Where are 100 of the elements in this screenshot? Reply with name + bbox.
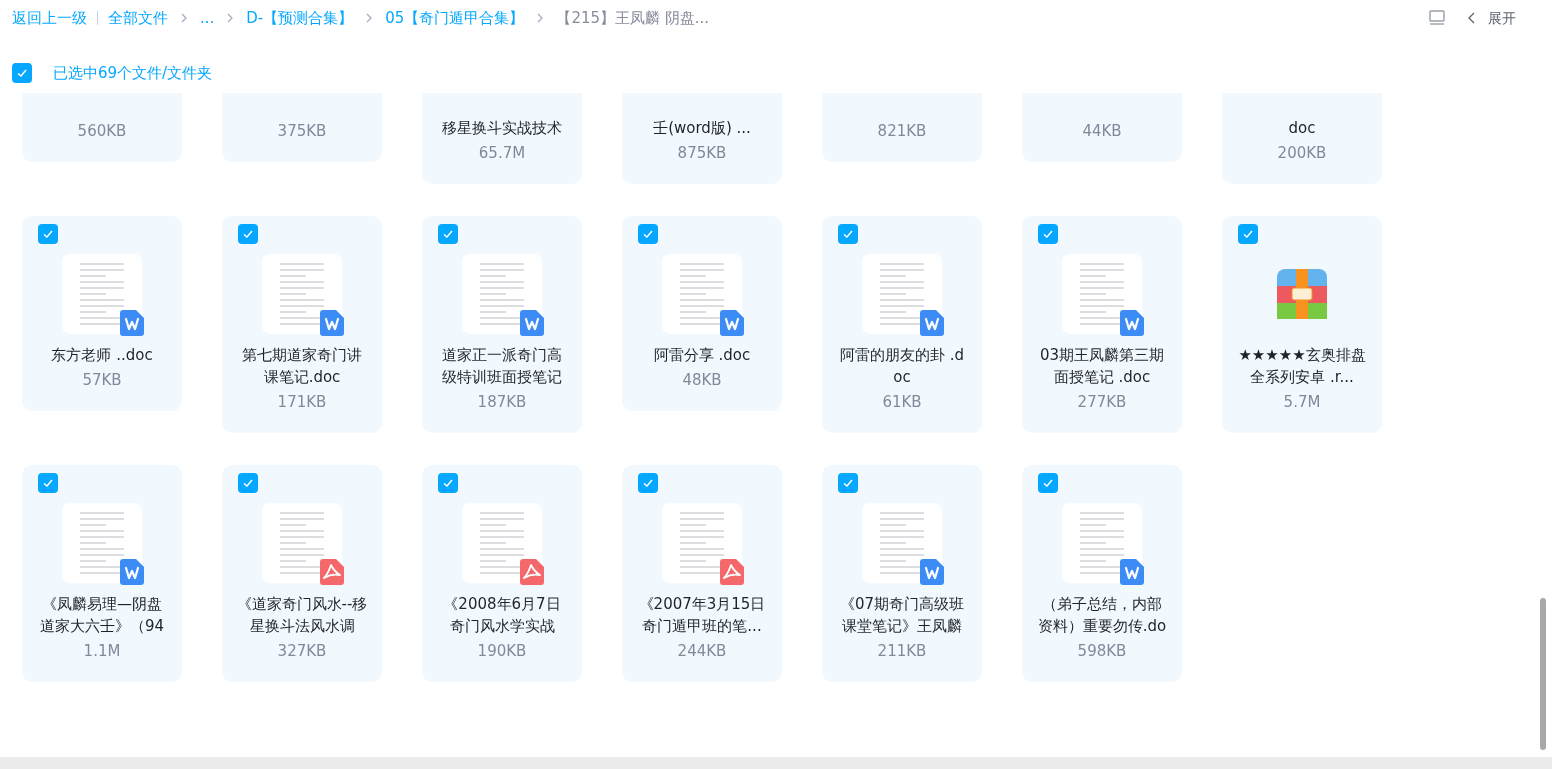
- check-icon: [42, 477, 54, 489]
- expand-button[interactable]: 展开: [1468, 7, 1516, 29]
- file-card[interactable]: 移星换斗实战技术 65.7M: [422, 93, 582, 184]
- word-document-icon: [1120, 559, 1144, 585]
- check-icon: [242, 477, 254, 489]
- check-icon: [442, 477, 454, 489]
- chevron-left-icon: [1468, 12, 1476, 24]
- file-card[interactable]: 壬(word版) ... 875KB: [622, 93, 782, 184]
- file-card[interactable]: 阿雷分享 .doc 48KB: [622, 216, 782, 411]
- file-name: 第七期道家奇门讲课笔记.doc: [241, 345, 363, 388]
- file-size: 65.7M: [478, 143, 526, 164]
- file-card[interactable]: 东方老师 ..doc 57KB: [22, 216, 182, 411]
- file-size: 200KB: [1277, 143, 1327, 164]
- archive-icon: [1277, 269, 1327, 319]
- file-size: 327KB: [277, 641, 327, 662]
- file-size: 598KB: [1077, 641, 1127, 662]
- file-checkbox[interactable]: [638, 473, 658, 493]
- check-icon: [1242, 228, 1254, 240]
- file-checkbox[interactable]: [1038, 224, 1058, 244]
- pdf-document-icon: [720, 559, 744, 585]
- chevron-right-icon: [226, 13, 235, 23]
- check-icon: [1042, 477, 1054, 489]
- file-card[interactable]: 道家正一派奇门高级特训班面授笔记 187KB: [422, 216, 582, 433]
- select-all-checkbox[interactable]: [12, 63, 32, 83]
- pdf-document-icon: [520, 559, 544, 585]
- word-document-icon: [520, 310, 544, 336]
- file-size: 171KB: [277, 392, 327, 413]
- pdf-document-icon: [320, 559, 344, 585]
- file-name: doc: [1287, 118, 1317, 139]
- chevron-right-icon: [180, 13, 188, 23]
- file-name: 东方老师 ..doc: [50, 345, 154, 366]
- file-checkbox[interactable]: [1038, 473, 1058, 493]
- file-name: 《2007年3月15日奇门遁甲班的笔...: [637, 594, 767, 637]
- file-card[interactable]: 第七期道家奇门讲课笔记.doc 171KB: [222, 216, 382, 433]
- file-checkbox[interactable]: [838, 473, 858, 493]
- file-name: 阿雷的朋友的卦 .doc: [838, 345, 966, 388]
- file-size: 44KB: [1082, 121, 1122, 142]
- file-name: ★★★★★玄奥排盘全系列安卓 .r...: [1237, 345, 1367, 388]
- file-checkbox[interactable]: [438, 473, 458, 493]
- file-checkbox[interactable]: [38, 224, 58, 244]
- file-name: 移星换斗实战技术: [441, 118, 563, 139]
- file-card[interactable]: 《道家奇门风水--移星换斗法风水调 327KB: [222, 465, 382, 682]
- file-name: 阿雷分享 .doc: [652, 345, 752, 366]
- file-size: 57KB: [82, 370, 122, 391]
- file-size: 1.1M: [83, 641, 121, 662]
- file-checkbox[interactable]: [238, 473, 258, 493]
- file-name: （弟子总结，内部资料）重要勿传.do: [1036, 594, 1168, 637]
- file-name: 03期王凤麟第三期面授笔记 .doc: [1038, 345, 1166, 388]
- file-size: 5.7M: [1283, 392, 1321, 413]
- check-icon: [42, 228, 54, 240]
- file-checkbox[interactable]: [438, 224, 458, 244]
- check-icon: [16, 67, 28, 79]
- word-document-icon: [120, 310, 144, 336]
- file-checkbox[interactable]: [638, 224, 658, 244]
- file-size: 875KB: [677, 143, 727, 164]
- check-icon: [1042, 228, 1054, 240]
- word-document-icon: [720, 310, 744, 336]
- file-size: 190KB: [477, 641, 527, 662]
- file-card[interactable]: 《凤麟易理—阴盘道家大六壬》（94 1.1M: [22, 465, 182, 682]
- file-size: 277KB: [1077, 392, 1127, 413]
- file-size: 375KB: [277, 121, 327, 142]
- file-card[interactable]: 03期王凤麟第三期面授笔记 .doc 277KB: [1022, 216, 1182, 433]
- file-size: 211KB: [877, 641, 927, 662]
- word-document-icon: [920, 310, 944, 336]
- file-name: 道家正一派奇门高级特训班面授笔记: [441, 345, 563, 388]
- file-checkbox[interactable]: [1238, 224, 1258, 244]
- file-name: 《07期奇门高级班课堂笔记》王凤麟: [838, 594, 966, 637]
- file-card[interactable]: 《07期奇门高级班课堂笔记》王凤麟 211KB: [822, 465, 982, 682]
- check-icon: [642, 477, 654, 489]
- file-size: 560KB: [77, 121, 127, 142]
- check-icon: [442, 228, 454, 240]
- file-size: 61KB: [882, 392, 922, 413]
- file-card[interactable]: 阿雷的朋友的卦 .doc 61KB: [822, 216, 982, 433]
- file-size: 187KB: [477, 392, 527, 413]
- file-size: 821KB: [877, 121, 927, 142]
- file-size: 48KB: [682, 370, 722, 391]
- word-document-icon: [920, 559, 944, 585]
- check-icon: [842, 228, 854, 240]
- check-icon: [242, 228, 254, 240]
- file-card[interactable]: 《2007年3月15日奇门遁甲班的笔... 244KB: [622, 465, 782, 682]
- check-icon: [842, 477, 854, 489]
- word-document-icon: [120, 559, 144, 585]
- file-name: 《道家奇门风水--移星换斗法风水调: [236, 594, 368, 637]
- file-card[interactable]: （弟子总结，内部资料）重要勿传.do 598KB: [1022, 465, 1182, 682]
- selection-count: 已选中69个文件/文件夹: [53, 62, 213, 84]
- check-icon: [642, 228, 654, 240]
- word-document-icon: [1120, 310, 1144, 336]
- file-checkbox[interactable]: [38, 473, 58, 493]
- file-checkbox[interactable]: [838, 224, 858, 244]
- file-size: 244KB: [677, 641, 727, 662]
- file-card[interactable]: ★★★★★玄奥排盘全系列安卓 .r... 5.7M: [1222, 216, 1382, 433]
- scrollbar-thumb[interactable]: [1540, 598, 1546, 750]
- layout-icon[interactable]: [1428, 9, 1446, 27]
- file-name: 壬(word版) ...: [652, 118, 752, 139]
- file-card[interactable]: 《2008年6月7日奇门风水学实战 190KB: [422, 465, 582, 682]
- file-checkbox[interactable]: [238, 224, 258, 244]
- word-document-icon: [320, 310, 344, 336]
- file-card[interactable]: doc 200KB: [1222, 93, 1382, 184]
- chevron-right-icon: [365, 13, 374, 23]
- file-name: 《2008年6月7日奇门风水学实战: [442, 594, 562, 637]
